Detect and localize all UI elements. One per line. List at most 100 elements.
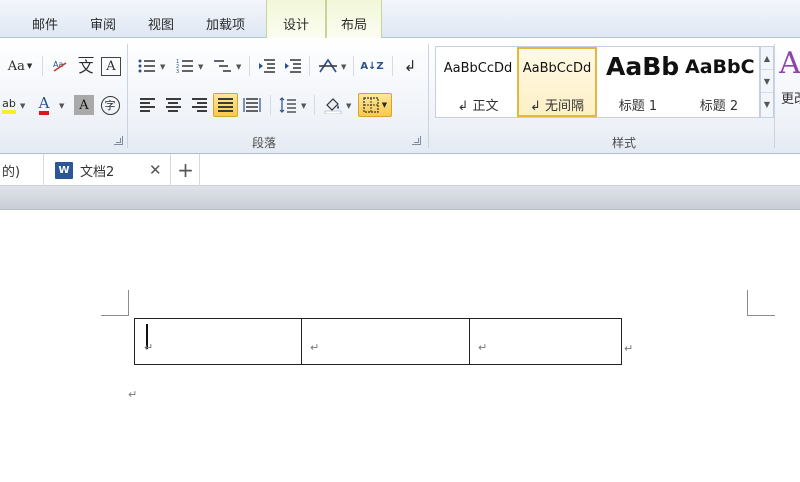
chevron-down-icon[interactable]: ▼: [59, 102, 64, 110]
style-preview: AaBbCcDd: [522, 61, 592, 76]
enclose-characters-icon: 字: [100, 95, 120, 115]
increase-indent-button[interactable]: [282, 55, 304, 77]
document-table[interactable]: ↵ ↵ ↵: [134, 318, 622, 365]
style-no-spacing[interactable]: AaBbCcDd ↲ 无间隔: [517, 47, 597, 117]
align-center-icon: [165, 98, 181, 112]
plus-icon: +: [177, 158, 194, 182]
borders-icon: [363, 97, 379, 113]
cell-end-mark: ↵: [144, 341, 154, 354]
paragraph-dialog-launcher-icon[interactable]: [412, 136, 421, 145]
close-icon[interactable]: ✕: [149, 161, 162, 179]
character-shading-icon: A: [79, 97, 89, 113]
doc-tab-current[interactable]: W 文档2 ✕: [45, 154, 171, 186]
character-shading-button[interactable]: A: [74, 95, 94, 115]
style-name: ↲ 无间隔: [529, 99, 585, 114]
group-separator: [774, 44, 775, 148]
distributed-button[interactable]: [241, 94, 263, 116]
more-styles-icon[interactable]: ▼: [761, 93, 773, 116]
clear-formatting-icon: Aa: [53, 60, 67, 72]
align-right-icon: [191, 98, 207, 112]
style-preview: AaBb: [606, 52, 678, 81]
doc-tab-previous[interactable]: 的): [0, 154, 44, 186]
word-document-icon: W: [55, 161, 73, 179]
styles-gallery: AaBbCcDd ↲ 正文 AaBbCcDd ↲ 无间隔 AaBb 标题 1 A…: [435, 46, 760, 118]
doc-tab-label: 文档2: [80, 164, 115, 180]
align-left-button[interactable]: [136, 94, 158, 116]
table-cell[interactable]: ↵: [135, 319, 302, 364]
tab-table-design[interactable]: 设计: [266, 0, 326, 39]
phonetic-guide-button[interactable]: 文: [74, 55, 98, 77]
table-cell[interactable]: ↵: [302, 319, 470, 364]
decrease-indent-icon: [259, 59, 275, 73]
chevron-down-icon[interactable]: ▼: [160, 63, 165, 71]
margin-crop-mark-left: [101, 290, 129, 316]
change-case-icon: Aa: [7, 58, 25, 74]
line-spacing-button[interactable]: [277, 94, 299, 116]
justify-button[interactable]: [213, 93, 238, 117]
row-end-mark: ↵: [624, 342, 634, 355]
borders-button[interactable]: ▼: [358, 93, 392, 117]
show-marks-button[interactable]: ↲: [400, 55, 420, 77]
justify-icon: [218, 98, 233, 112]
multilevel-list-icon: [214, 60, 231, 72]
chevron-down-icon[interactable]: ▼: [382, 101, 387, 109]
font-dialog-launcher-icon[interactable]: [114, 136, 123, 145]
style-name: 标题 2: [699, 99, 739, 114]
font-color-button[interactable]: A: [34, 94, 54, 116]
numbered-list-icon: 123: [176, 59, 193, 74]
scroll-down-icon[interactable]: ▼: [761, 70, 773, 93]
change-styles-label[interactable]: 更改: [781, 88, 800, 107]
paragraph-group-label: 段落: [252, 136, 277, 150]
numbering-button[interactable]: 123: [174, 55, 196, 77]
separator: [314, 95, 315, 115]
bullets-button[interactable]: [136, 55, 158, 77]
chevron-down-icon[interactable]: ▼: [20, 102, 25, 110]
chevron-down-icon[interactable]: ▼: [301, 102, 306, 110]
style-preview: AaBbC: [685, 56, 755, 78]
clear-formatting-button[interactable]: Aa: [49, 55, 71, 77]
align-center-button[interactable]: [162, 94, 184, 116]
chinese-layout-button[interactable]: [316, 55, 340, 77]
character-border-button[interactable]: A: [101, 57, 121, 76]
enclose-characters-button[interactable]: 字: [99, 94, 121, 116]
decrease-indent-button[interactable]: [256, 55, 278, 77]
separator: [353, 56, 354, 76]
style-heading-1[interactable]: AaBb 标题 1: [598, 47, 678, 117]
align-right-button[interactable]: [188, 94, 210, 116]
distributed-icon: [243, 98, 261, 112]
chevron-down-icon[interactable]: ▼: [198, 63, 203, 71]
chevron-down-icon[interactable]: ▼: [341, 63, 346, 71]
paragraph-mark-icon: ↲: [403, 57, 417, 75]
style-preview: AaBbCcDd: [443, 61, 513, 76]
tab-review[interactable]: 审阅: [90, 14, 116, 33]
style-heading-2[interactable]: AaBbC 标题 2: [679, 47, 759, 117]
chevron-down-icon[interactable]: ▼: [346, 102, 351, 110]
multilevel-list-button[interactable]: [212, 55, 234, 77]
cell-end-mark: ↵: [478, 341, 488, 354]
tab-addins[interactable]: 加载项: [206, 14, 245, 33]
style-name: 标题 1: [618, 99, 658, 114]
cell-end-mark: ↵: [310, 341, 320, 354]
shading-button[interactable]: [322, 94, 344, 116]
style-normal[interactable]: AaBbCcDd ↲ 正文: [438, 47, 518, 117]
chevron-down-icon[interactable]: ▼: [236, 63, 241, 71]
margin-crop-mark-right: [747, 290, 775, 316]
style-name: ↲ 正文: [457, 99, 499, 114]
group-separator: [127, 44, 128, 148]
scroll-up-icon[interactable]: ▲: [761, 47, 773, 70]
text-highlight-button[interactable]: ab: [0, 94, 18, 116]
tab-view[interactable]: 视图: [148, 14, 174, 33]
paragraph-mark: ↵: [128, 388, 138, 401]
table-cell[interactable]: ↵: [470, 319, 621, 364]
change-styles-icon[interactable]: A: [779, 44, 800, 82]
sort-button[interactable]: A↓Z: [360, 55, 384, 77]
tab-table-layout[interactable]: 布局: [326, 0, 382, 39]
tab-mailings[interactable]: 邮件: [32, 14, 58, 33]
new-tab-button[interactable]: +: [172, 154, 200, 186]
document-tab-bar: 的) W 文档2 ✕ +: [0, 154, 800, 186]
change-case-button[interactable]: Aa ▼: [4, 55, 36, 77]
highlighter-icon: ab: [2, 97, 16, 114]
document-page[interactable]: ↵ ↵ ↵ ↵ ↵: [0, 210, 800, 482]
ruler-area: [0, 186, 800, 210]
separator: [270, 95, 271, 115]
